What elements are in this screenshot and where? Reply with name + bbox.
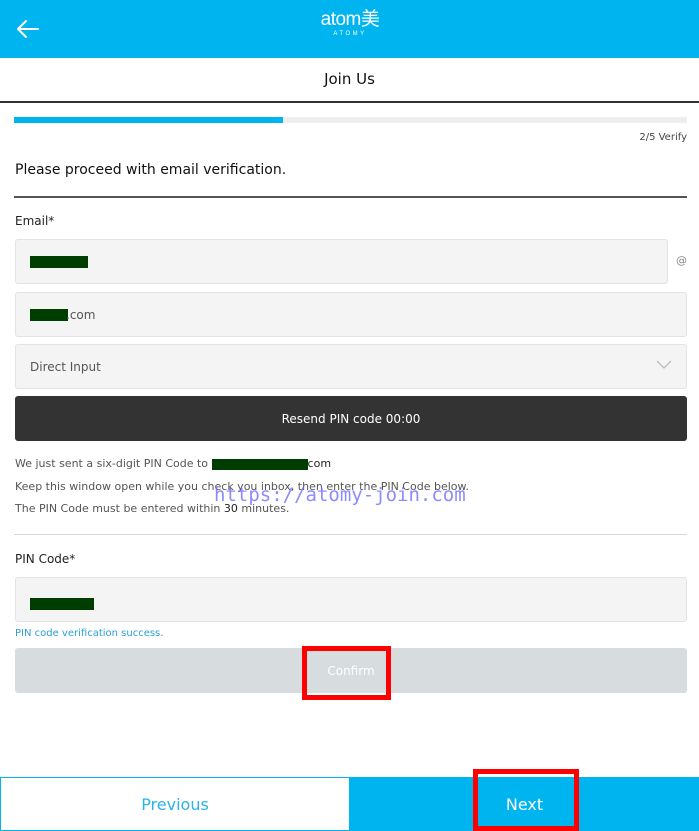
redacted-pin-code [30, 597, 94, 610]
pin-verification-status: PIN code verification success. [15, 628, 164, 639]
confirm-label: Confirm [327, 663, 375, 678]
email-domain-suffix: com [69, 307, 96, 322]
info-sent-suffix: com [307, 457, 332, 470]
resend-pin-timer: 00:00 [385, 411, 421, 426]
email-local-part-input[interactable] [15, 239, 668, 284]
pin-code-input[interactable] [15, 577, 687, 622]
info-time-minutes: 30 [223, 502, 238, 515]
domain-select-value: Direct Input [30, 359, 101, 374]
info-time-prefix: The PIN Code must be entered within [15, 502, 221, 515]
resend-pin-label: Resend PIN code [281, 411, 382, 426]
info-time-suffix: minutes. [241, 502, 290, 515]
info-sent-prefix: We just sent a six-digit PIN Code to [15, 457, 209, 470]
logo-subtext: ATOMY [333, 31, 367, 37]
redacted-email-local-part [30, 255, 88, 268]
next-label: Next [505, 794, 544, 814]
redacted-email [211, 458, 308, 470]
email-domain-select[interactable]: Direct Input [15, 344, 687, 389]
next-button[interactable]: Next [350, 777, 699, 831]
previous-label: Previous [141, 794, 209, 814]
back-button[interactable] [10, 12, 44, 46]
chevron-down-icon [656, 360, 672, 369]
info-line-time-limit: The PIN Code must be entered within 30 m… [15, 502, 289, 515]
pin-label: PIN Code* [15, 552, 76, 566]
top-bar: atom美 ATOMY [0, 0, 699, 58]
email-label: Email* [15, 214, 55, 228]
logo-text: atom美 [320, 9, 380, 30]
previous-button[interactable]: Previous [0, 777, 350, 831]
bottom-navigation: Previous Next [0, 777, 699, 831]
info-line-keep-open: Keep this window open while you check yo… [15, 480, 469, 493]
info-line-sent: We just sent a six-digit PIN Code to com [15, 457, 331, 470]
step-indicator: 2/5 Verify [639, 132, 687, 143]
section-divider [14, 196, 687, 198]
section-divider-light [14, 534, 687, 535]
page-title: Join Us [0, 58, 699, 103]
confirm-button[interactable]: Confirm [15, 648, 687, 693]
at-symbol: @ [676, 254, 687, 267]
resend-pin-button[interactable]: Resend PIN code 00:00 [15, 396, 687, 441]
atomy-logo[interactable]: atom美 ATOMY [300, 10, 400, 46]
progress-bar [14, 117, 687, 123]
email-domain-input[interactable]: . com [15, 292, 687, 337]
arrow-left-icon [17, 20, 39, 38]
redacted-email-domain [30, 308, 68, 321]
section-heading: Please proceed with email verification. [15, 162, 287, 178]
progress-bar-fill [14, 117, 284, 123]
